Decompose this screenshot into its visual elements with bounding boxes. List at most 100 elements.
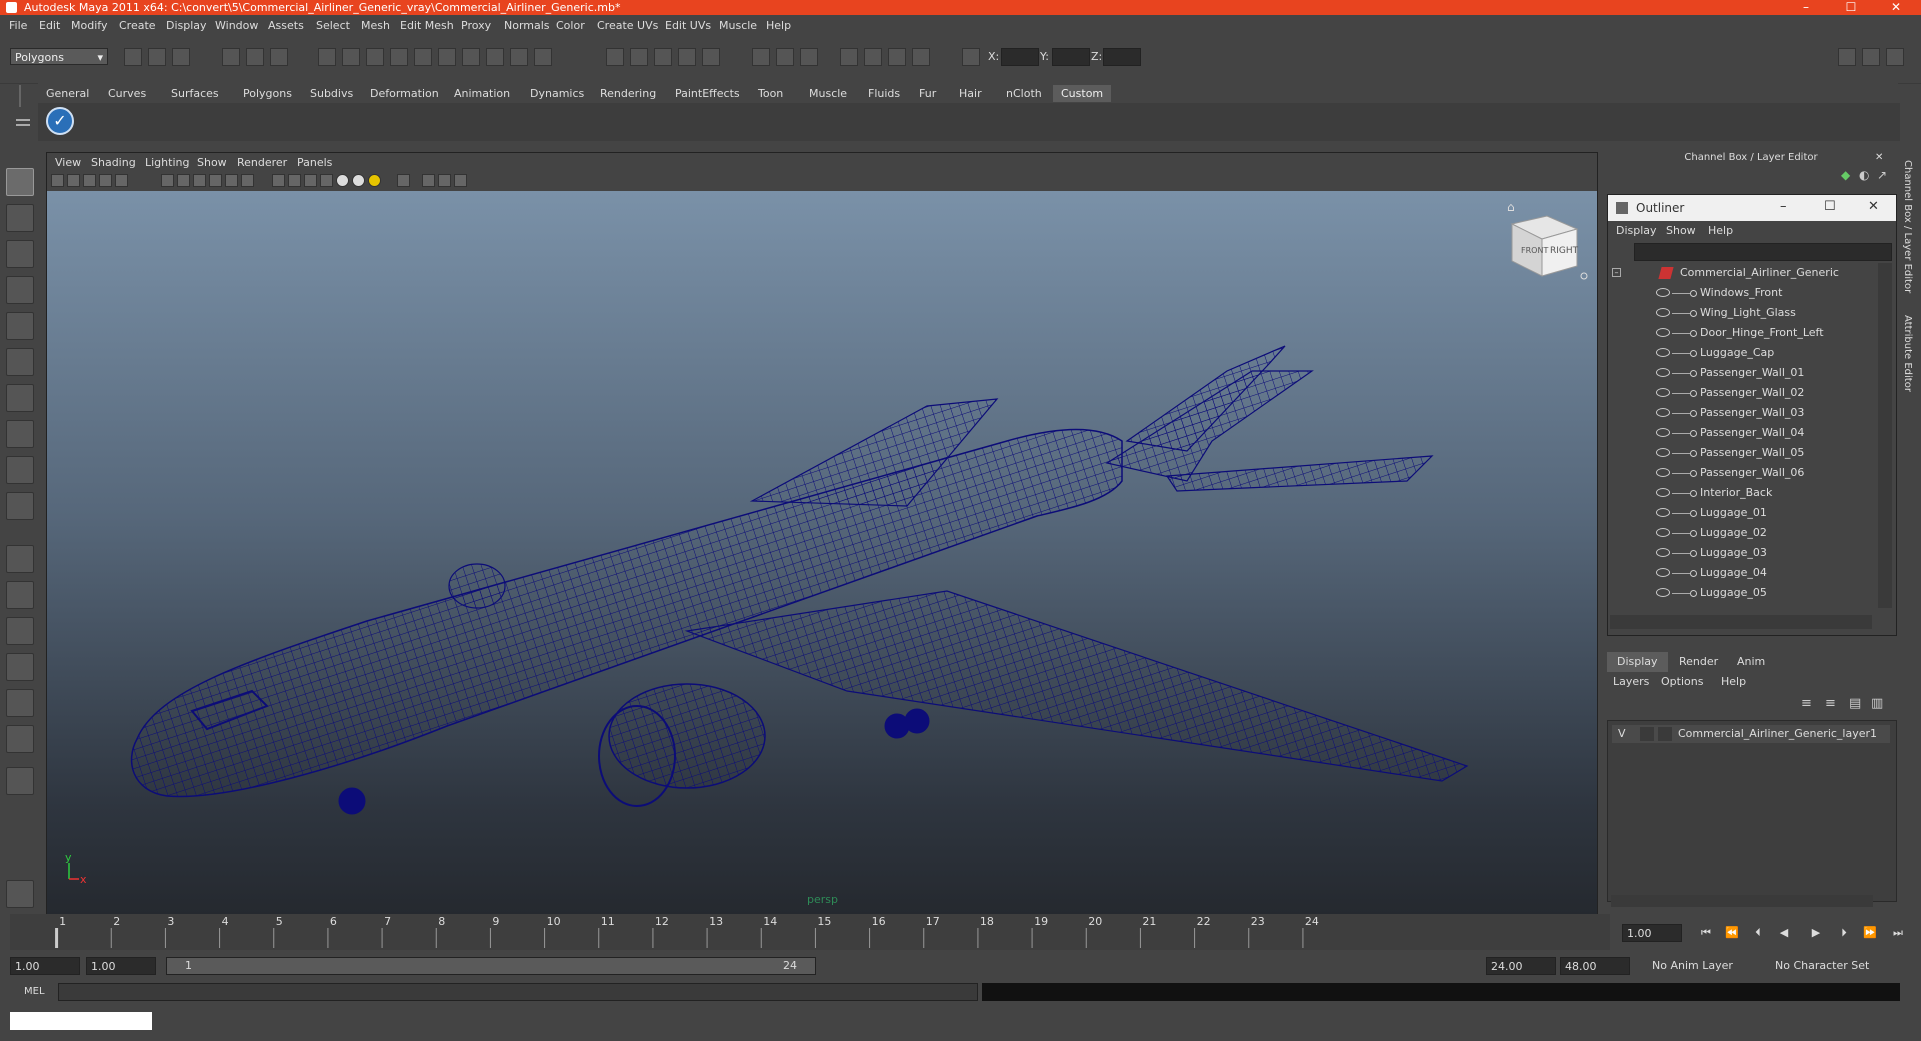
- step-back-key-icon[interactable]: ⏪: [1722, 924, 1742, 942]
- save-scene-icon[interactable]: [172, 48, 190, 66]
- list-item[interactable]: Luggage_05: [1608, 583, 1878, 603]
- step-forward-frame-icon[interactable]: ⏵: [1834, 924, 1854, 942]
- layer-row[interactable]: V Commercial_Airliner_Generic_layer1: [1612, 725, 1890, 743]
- airliner-model[interactable]: [130, 345, 1469, 815]
- xray-joints-icon[interactable]: [438, 174, 451, 187]
- outliner-vertical-scrollbar[interactable]: [1878, 263, 1892, 608]
- tab-general[interactable]: General: [38, 85, 97, 102]
- select-by-object-icon[interactable]: [246, 48, 264, 66]
- transform-input-icon[interactable]: [962, 48, 980, 66]
- layer-horizontal-scrollbar[interactable]: [1611, 895, 1873, 907]
- tab-polygons[interactable]: Polygons: [235, 85, 300, 102]
- gate-mask-icon[interactable]: [193, 174, 206, 187]
- play-forwards-icon[interactable]: ▶: [1806, 924, 1826, 942]
- camera-attributes-icon[interactable]: [67, 174, 80, 187]
- tab-hair[interactable]: Hair: [951, 85, 990, 102]
- outliner-close-button[interactable]: ✕: [1868, 199, 1879, 214]
- rotate-tool-icon[interactable]: [6, 312, 34, 340]
- menu-select[interactable]: Select: [316, 19, 350, 32]
- make-live-icon[interactable]: [702, 48, 720, 66]
- checkmark-icon[interactable]: ✓: [46, 107, 74, 135]
- step-back-frame-icon[interactable]: ⏴: [1748, 924, 1768, 942]
- move-layer-up-icon[interactable]: ≡: [1801, 696, 1812, 711]
- render-view-icon[interactable]: [840, 48, 858, 66]
- hotbox-icon[interactable]: [6, 880, 34, 908]
- output-ops-icon[interactable]: [776, 48, 794, 66]
- list-item[interactable]: Passenger_Wall_02: [1608, 383, 1878, 403]
- view-cube-front[interactable]: FRONT: [1521, 246, 1548, 255]
- menu-normals[interactable]: Normals: [504, 19, 550, 32]
- go-to-start-icon[interactable]: ⏮: [1696, 924, 1716, 942]
- viewport-menu-show[interactable]: Show: [197, 156, 227, 169]
- hardware-texturing-icon[interactable]: [454, 174, 467, 187]
- layer-menu-help[interactable]: Help: [1721, 675, 1746, 688]
- viewport-canvas[interactable]: FRONT RIGHT ⌂ y x persp: [47, 191, 1597, 915]
- menu-file[interactable]: File: [9, 19, 27, 32]
- outliner-menu-help[interactable]: Help: [1708, 224, 1733, 237]
- highlight-selection-icon[interactable]: [534, 48, 552, 66]
- textured-icon[interactable]: [320, 174, 333, 187]
- viewport-menu-panels[interactable]: Panels: [297, 156, 332, 169]
- snap-to-curve-icon[interactable]: [630, 48, 648, 66]
- film-gate-icon[interactable]: [161, 174, 174, 187]
- show-channel-box-icon[interactable]: [1886, 48, 1904, 66]
- viewport-menu-view[interactable]: View: [55, 156, 81, 169]
- outliner-menu-show[interactable]: Show: [1666, 224, 1696, 237]
- use-all-lights-icon[interactable]: [352, 174, 365, 187]
- view-cube[interactable]: FRONT RIGHT: [1510, 215, 1579, 277]
- menu-proxy[interactable]: Proxy: [461, 19, 491, 32]
- tab-custom[interactable]: Custom: [1053, 85, 1112, 102]
- show-tool-settings-icon[interactable]: [1862, 48, 1880, 66]
- command-input[interactable]: [58, 983, 978, 1001]
- resolution-gate-icon[interactable]: [177, 174, 190, 187]
- lock-selection-icon[interactable]: [510, 48, 528, 66]
- lasso-tool-icon[interactable]: [6, 204, 34, 232]
- move-layer-down-icon[interactable]: ≡: [1825, 696, 1836, 711]
- command-language-label[interactable]: MEL: [24, 986, 45, 997]
- select-render-mask-icon[interactable]: [462, 48, 480, 66]
- view-cube-menu-icon[interactable]: [1580, 272, 1588, 280]
- xray-icon[interactable]: [422, 174, 435, 187]
- select-surface-mask-icon[interactable]: [390, 48, 408, 66]
- tab-subdivs[interactable]: Subdivs: [302, 85, 361, 102]
- range-slider[interactable]: 1 24: [166, 957, 816, 975]
- panel-close-icon[interactable]: ✕: [1875, 152, 1895, 164]
- select-tool-icon[interactable]: [6, 168, 34, 196]
- show-manipulator-tool-icon[interactable]: [6, 456, 34, 484]
- tab-toon[interactable]: Toon: [750, 85, 791, 102]
- tab-fluids[interactable]: Fluids: [860, 85, 908, 102]
- persp-outliner-layout-icon[interactable]: [6, 617, 34, 645]
- layout-options-icon[interactable]: [6, 767, 34, 795]
- minimized-window-bar[interactable]: [10, 1012, 152, 1030]
- ipr-render-icon[interactable]: [888, 48, 906, 66]
- menu-edit-mesh[interactable]: Edit Mesh: [400, 19, 454, 32]
- new-scene-icon[interactable]: [124, 48, 142, 66]
- list-item[interactable]: Interior_Back: [1608, 483, 1878, 503]
- menu-edit[interactable]: Edit: [39, 19, 60, 32]
- safe-title-icon[interactable]: [241, 174, 254, 187]
- list-item[interactable]: Luggage_Cap: [1608, 343, 1878, 363]
- hypershade-layout-icon[interactable]: [6, 689, 34, 717]
- key-icon[interactable]: ◆: [1841, 168, 1850, 182]
- play-backwards-icon[interactable]: ◀: [1774, 924, 1794, 942]
- layer-visibility-toggle[interactable]: V: [1618, 727, 1626, 740]
- select-curve-mask-icon[interactable]: [366, 48, 384, 66]
- paint-select-tool-icon[interactable]: [6, 240, 34, 268]
- viewport-menu-lighting[interactable]: Lighting: [145, 156, 189, 169]
- construction-history-icon[interactable]: [800, 48, 818, 66]
- layer-menu-options[interactable]: Options: [1661, 675, 1703, 688]
- tab-deformation[interactable]: Deformation: [362, 85, 447, 102]
- list-item[interactable]: Passenger_Wall_01: [1608, 363, 1878, 383]
- viewport-menu-renderer[interactable]: Renderer: [237, 156, 287, 169]
- menu-create[interactable]: Create: [119, 19, 156, 32]
- menu-create-uvs[interactable]: Create UVs: [597, 19, 658, 32]
- menu-mesh[interactable]: Mesh: [361, 19, 390, 32]
- tab-curves[interactable]: Curves: [100, 85, 154, 102]
- x-field[interactable]: [1001, 48, 1039, 66]
- select-dynamic-mask-icon[interactable]: [438, 48, 456, 66]
- smooth-shading-icon[interactable]: [288, 174, 301, 187]
- y-field[interactable]: [1052, 48, 1090, 66]
- move-tool-icon[interactable]: [6, 276, 34, 304]
- current-frame-marker[interactable]: [55, 928, 59, 948]
- shadows-icon[interactable]: [368, 174, 381, 187]
